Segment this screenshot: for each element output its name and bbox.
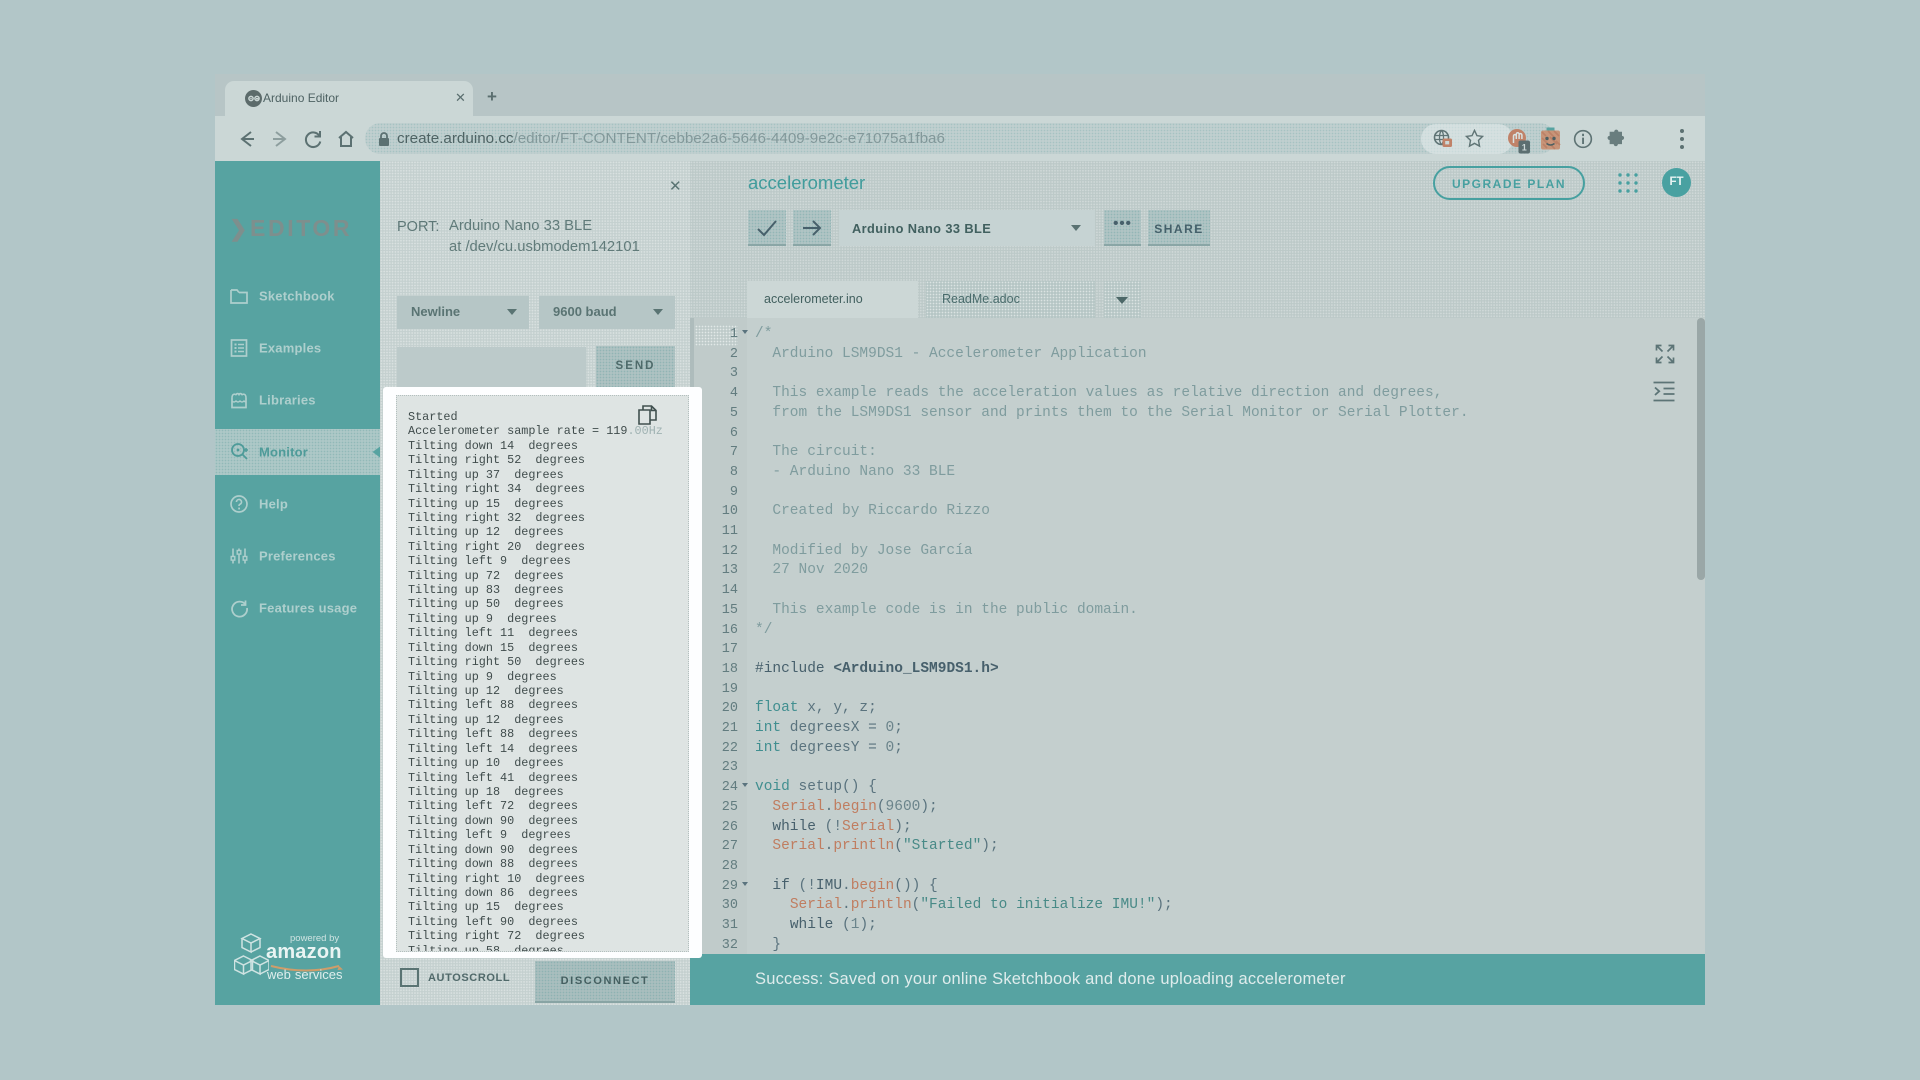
svg-text:1: 1 xyxy=(1522,143,1527,153)
